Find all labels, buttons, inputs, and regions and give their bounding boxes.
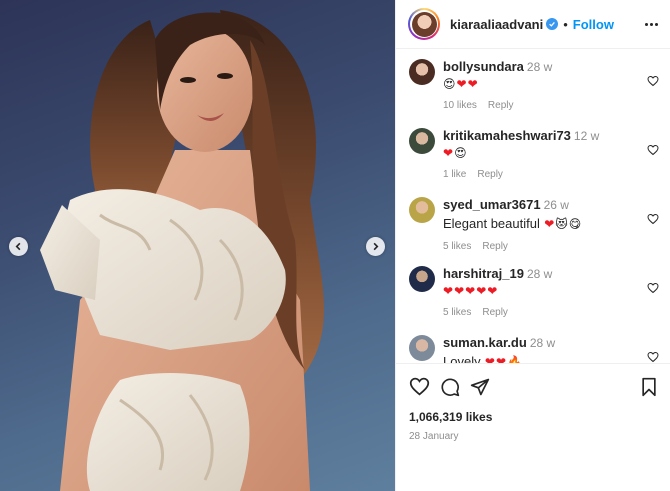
follow-button[interactable]: Follow (573, 17, 614, 32)
reply-button[interactable]: Reply (477, 169, 503, 180)
author-avatar[interactable] (408, 8, 440, 40)
heart-outline-icon[interactable] (647, 75, 659, 87)
heart-outline-icon (409, 377, 430, 396)
comment-time: 28 w (526, 60, 553, 74)
red-heart-emoji: ❤ (465, 284, 476, 298)
like-button[interactable] (409, 376, 430, 397)
avatar[interactable] (409, 59, 435, 85)
comment-text: Lovely ❤ ❤ 🔥 (443, 353, 659, 363)
previous-photo-button[interactable] (9, 237, 28, 256)
post-photo[interactable] (0, 0, 395, 491)
save-button[interactable] (640, 377, 658, 397)
comment-username[interactable]: kritikamaheshwari73 (443, 128, 571, 143)
comment-time: 26 w (543, 198, 569, 212)
comment-likes[interactable]: 5 likes (443, 241, 471, 252)
next-photo-button[interactable] (366, 237, 385, 256)
red-heart-emoji: ❤ (467, 77, 478, 91)
chevron-right-icon (373, 242, 379, 251)
reply-button[interactable]: Reply (482, 241, 508, 252)
comment-button[interactable] (440, 377, 460, 397)
verified-badge-icon (546, 18, 559, 30)
red-heart-emoji: ❤ (454, 284, 465, 298)
heart-outline-icon[interactable] (647, 282, 659, 294)
comment-message: Elegant beautiful (443, 216, 540, 231)
red-heart-emoji: ❤ (487, 284, 498, 298)
comment-message: Lovely (443, 354, 481, 363)
list-item: suman.kar.du 28 w Lovely ❤ ❤ 🔥 (396, 325, 670, 363)
post-date: 28 January (409, 431, 459, 442)
comment-username[interactable]: syed_umar3671 (443, 197, 541, 212)
red-heart-emoji: ❤ (443, 284, 454, 298)
post-side-panel: kiaraaliaadvani • Follow bollysundara 28 … (395, 0, 670, 491)
reply-button[interactable]: Reply (482, 307, 508, 318)
comment-time: 28 w (529, 336, 556, 350)
heart-eyes-cat-emoji: 😻 (555, 216, 568, 231)
red-heart-emoji: ❤ (481, 354, 495, 364)
reply-button[interactable]: Reply (488, 100, 514, 111)
heart-outline-icon[interactable] (647, 213, 659, 225)
red-heart-emoji: ❤ (456, 77, 467, 91)
list-item: syed_umar3671 26 w Elegant beautiful ❤ 😻 😋 … (396, 187, 670, 256)
share-button[interactable] (470, 377, 490, 397)
red-heart-emoji: ❤ (495, 354, 507, 364)
list-item: kritikamaheshwari73 12 w ❤ 😍 1 like Reply (396, 118, 670, 187)
avatar[interactable] (409, 128, 435, 154)
comment-text: Elegant beautiful ❤ 😻 😋 (443, 215, 659, 232)
comment-username[interactable]: suman.kar.du (443, 335, 527, 350)
comment-time: 12 w (573, 129, 600, 143)
likes-count[interactable]: 1,066,319 likes (409, 410, 658, 424)
comment-username[interactable]: bollysundara (443, 59, 524, 74)
post-actions: 1,066,319 likes 28 January (396, 363, 670, 442)
action-bar (409, 376, 658, 397)
comment-text: ❤ 😍 (443, 146, 659, 160)
comment-icon (441, 377, 460, 396)
more-options-icon[interactable] (645, 22, 658, 26)
bookmark-icon (642, 377, 656, 396)
avatar[interactable] (409, 197, 435, 223)
avatar[interactable] (409, 266, 435, 292)
fire-emoji: 🔥 (507, 354, 522, 364)
share-icon (470, 378, 490, 395)
comment-time: 28 w (526, 267, 553, 281)
comment-text: ❤ ❤ ❤ ❤ ❤ (443, 284, 659, 298)
red-heart-emoji: ❤ (540, 216, 555, 231)
face-savoring-emoji: 😋 (568, 216, 582, 231)
avatar[interactable] (409, 335, 435, 361)
red-heart-emoji: ❤ (476, 284, 487, 298)
author-username[interactable]: kiaraaliaadvani (450, 17, 543, 32)
comment-likes[interactable]: 1 like (443, 169, 466, 180)
red-heart-emoji: ❤ (443, 146, 454, 160)
photo-illustration (40, 10, 324, 491)
comment-text: 😍 ❤ ❤ (443, 77, 659, 91)
chevron-left-icon (15, 242, 21, 251)
comments-list[interactable]: bollysundara 28 w 😍 ❤ ❤ 10 likes Reply kriti… (396, 49, 670, 363)
list-item: harshitraj_19 28 w ❤ ❤ ❤ ❤ ❤ 5 likes Reply (396, 256, 670, 325)
heart-outline-icon[interactable] (647, 351, 659, 363)
comment-likes[interactable]: 5 likes (443, 307, 471, 318)
list-item: bollysundara 28 w 😍 ❤ ❤ 10 likes Reply (396, 49, 670, 118)
comment-likes[interactable]: 10 likes (443, 100, 477, 111)
heart-eyes-emoji: 😍 (454, 146, 467, 160)
heart-eyes-emoji: 😍 (443, 77, 456, 91)
heart-outline-icon[interactable] (647, 144, 659, 156)
header-separator: • (563, 16, 568, 32)
post-header: kiaraaliaadvani • Follow (396, 0, 670, 49)
comment-username[interactable]: harshitraj_19 (443, 266, 524, 281)
